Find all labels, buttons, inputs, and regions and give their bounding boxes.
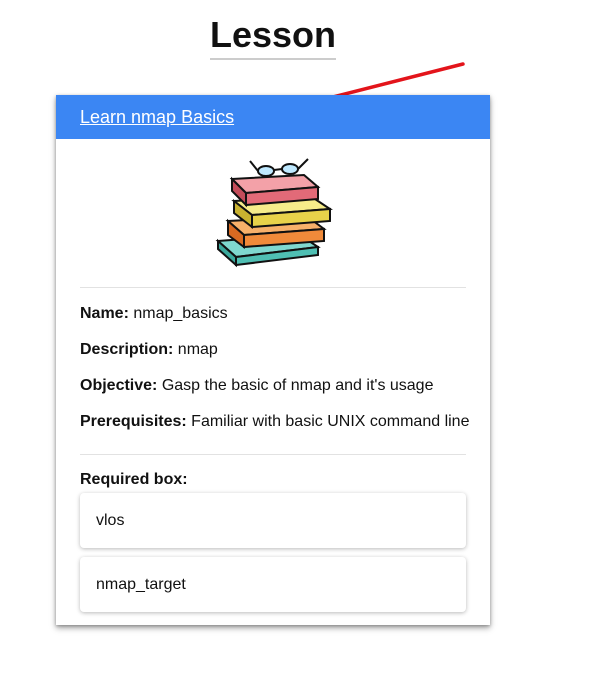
page: Lesson Learn nmap Basics Name: nmap_basi… bbox=[0, 0, 589, 674]
lesson-prerequisites-value: Familiar with basic UNIX command line bbox=[191, 413, 470, 430]
lesson-link[interactable]: Learn nmap Basics bbox=[80, 107, 234, 128]
lesson-image bbox=[80, 139, 466, 288]
lesson-description-label: Description: bbox=[80, 341, 174, 358]
required-box-name: vlos bbox=[96, 511, 125, 529]
lesson-description-row: Description: nmap bbox=[80, 340, 466, 360]
lesson-prerequisites-row: Prerequisites: Familiar with basic UNIX … bbox=[80, 412, 470, 432]
lesson-description-value: nmap bbox=[177, 341, 218, 358]
lesson-name-value: nmap_basics bbox=[133, 305, 228, 322]
lesson-info: Name: nmap_basics Description: nmap Obje… bbox=[80, 288, 470, 455]
required-box-item[interactable]: nmap_target bbox=[80, 557, 466, 612]
lesson-card: Learn nmap Basics Name: nmap_basics Desc… bbox=[56, 95, 490, 625]
required-box-label: Required box: bbox=[80, 471, 188, 488]
required-box-name: nmap_target bbox=[96, 575, 186, 593]
lesson-objective-row: Objective: Gasp the basic of nmap and it… bbox=[80, 376, 466, 396]
lesson-card-header: Learn nmap Basics bbox=[56, 95, 490, 139]
lesson-name-row: Name: nmap_basics bbox=[80, 304, 466, 324]
lesson-card-body: Name: nmap_basics Description: nmap Obje… bbox=[56, 139, 490, 612]
lesson-objective-value: Gasp the basic of nmap and it's usage bbox=[161, 377, 434, 394]
lesson-prerequisites-label: Prerequisites: bbox=[80, 413, 187, 430]
lesson-objective-label: Objective: bbox=[80, 377, 158, 394]
required-box-item[interactable]: vlos bbox=[80, 493, 466, 548]
lesson-name-label: Name: bbox=[80, 305, 129, 322]
books-stack-icon bbox=[215, 158, 333, 268]
